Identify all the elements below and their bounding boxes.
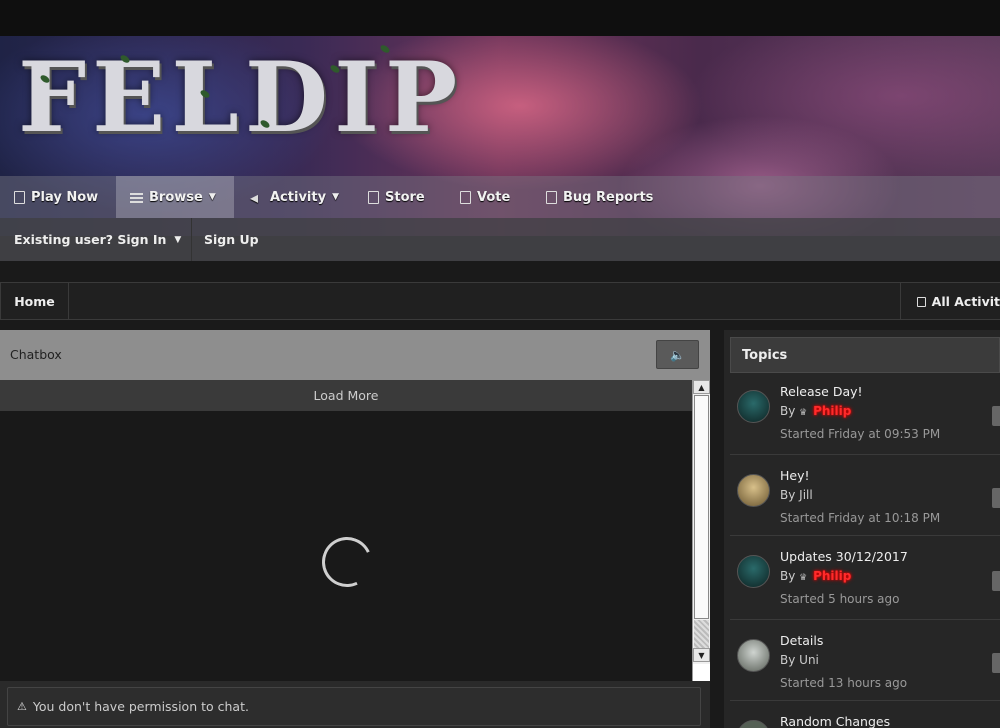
warning-icon: ⚠ <box>17 700 27 713</box>
topic-title-link[interactable]: Details <box>780 633 823 648</box>
list-item: Updates 30/12/2017 By ♛ Philip Started 5… <box>730 549 1000 620</box>
caret-down-icon: ▼ <box>174 234 182 245</box>
author-link[interactable]: Philip <box>813 404 851 418</box>
nav-vote[interactable]: Vote <box>446 176 524 218</box>
topic-title-link[interactable]: Random Changes <box>780 714 890 728</box>
author-link[interactable]: Uni <box>799 653 819 667</box>
topic-date: Started 5 hours ago <box>780 592 900 606</box>
topic-date: Started Friday at 10:18 PM <box>780 511 941 525</box>
list-item: Hey! By Jill Started Friday at 10:18 PM <box>730 468 1000 536</box>
sign-up-label: Sign Up <box>204 232 259 247</box>
nav-label: Vote <box>477 189 511 205</box>
scrollbar-track[interactable] <box>694 620 709 648</box>
scroll-down-arrow-icon[interactable]: ▼ <box>693 648 710 662</box>
nav-play-now[interactable]: Play Now <box>0 176 112 218</box>
list-item: Release Day! By ♛ Philip Started Friday … <box>730 384 1000 455</box>
all-activity-link[interactable]: All Activit <box>900 283 1000 319</box>
avatar[interactable] <box>737 474 770 507</box>
main-nav: Play Now Browse ▼ Activity ▼ Store Vote … <box>0 176 1000 218</box>
topic-author: By Uni <box>780 653 819 667</box>
permission-notice: ⚠ You don't have permission to chat. <box>7 687 701 726</box>
reply-count-badge <box>992 653 1000 673</box>
sign-in-label: Existing user? Sign In <box>14 232 167 247</box>
nav-label: Browse <box>149 189 203 205</box>
load-more-button[interactable]: Load More <box>0 380 692 411</box>
caret-down-icon: ▼ <box>208 192 216 202</box>
topic-title-link[interactable]: Updates 30/12/2017 <box>780 549 908 564</box>
topic-title-link[interactable]: Hey! <box>780 468 810 483</box>
topics-title: Topics <box>730 337 1000 373</box>
scrollbar-thumb[interactable] <box>694 395 709 619</box>
rank-icon: ♛ <box>799 573 808 583</box>
topic-author: By Jill <box>780 488 813 502</box>
permission-text: You don't have permission to chat. <box>32 699 249 714</box>
all-activity-label: All Activit <box>931 293 1000 309</box>
nav-label: Store <box>385 189 425 205</box>
chat-scrollbar[interactable]: ▲ ▼ <box>692 380 710 681</box>
avatar[interactable] <box>737 720 770 728</box>
topic-title-link[interactable]: Release Day! <box>780 384 863 399</box>
user-bar: Existing user? Sign In ▼ Sign Up <box>0 218 1000 261</box>
sound-toggle-button[interactable]: 🔈 <box>656 340 699 369</box>
chatbox: Chatbox 🔈 Load More ▲ ▼ ⚠ You don't have… <box>0 330 710 728</box>
breadcrumb: Home All Activit <box>0 282 1000 320</box>
speaker-icon: 🔈 <box>670 347 685 362</box>
avatar[interactable] <box>737 390 770 423</box>
nav-activity[interactable]: Activity ▼ <box>236 176 353 218</box>
topic-date: Started Friday at 09:53 PM <box>780 427 941 441</box>
nav-browse[interactable]: Browse ▼ <box>116 176 234 218</box>
top-strip <box>0 0 1000 36</box>
author-link[interactable]: Philip <box>813 569 851 583</box>
sign-up-link[interactable]: Sign Up <box>190 218 273 261</box>
avatar[interactable] <box>737 639 770 672</box>
file-icon <box>14 190 25 204</box>
scrollbar-corner <box>693 664 710 681</box>
author-link[interactable]: Jill <box>799 488 813 502</box>
topic-author: By ♛ Philip <box>780 569 852 583</box>
chatbox-title: Chatbox <box>10 347 62 362</box>
avatar[interactable] <box>737 555 770 588</box>
folder-open-icon <box>917 297 926 307</box>
file-icon <box>546 190 557 204</box>
chat-messages-area <box>0 411 692 681</box>
sign-in-dropdown[interactable]: Existing user? Sign In ▼ <box>0 218 195 261</box>
file-icon <box>368 190 379 204</box>
scroll-up-arrow-icon[interactable]: ▲ <box>693 380 710 394</box>
nav-store[interactable]: Store <box>354 176 439 218</box>
reply-count-badge <box>992 488 1000 508</box>
loading-spinner-icon <box>314 529 380 595</box>
topic-date: Started 13 hours ago <box>780 676 908 690</box>
nav-label: Play Now <box>31 189 99 205</box>
site-logo[interactable]: FELDIP <box>18 50 463 146</box>
list-item: Details By Uni Started 13 hours ago <box>730 633 1000 701</box>
list-icon <box>130 191 143 204</box>
reply-count-badge <box>992 571 1000 591</box>
topic-author: By ♛ Philip <box>780 404 852 418</box>
topics-widget: Topics Release Day! By ♛ Philip Started … <box>724 330 1000 728</box>
nav-label: Activity <box>270 189 327 205</box>
rank-icon: ♛ <box>799 408 808 418</box>
reply-count-badge <box>992 406 1000 426</box>
nav-label: Bug Reports <box>563 189 654 205</box>
caret-down-icon: ▼ <box>332 192 339 202</box>
file-icon <box>460 190 471 204</box>
chatbox-header: Chatbox 🔈 <box>0 330 710 380</box>
megaphone-icon <box>250 188 264 207</box>
list-item: Random Changes <box>730 714 1000 728</box>
breadcrumb-home[interactable]: Home <box>0 283 69 319</box>
nav-bug-reports[interactable]: Bug Reports <box>532 176 667 218</box>
